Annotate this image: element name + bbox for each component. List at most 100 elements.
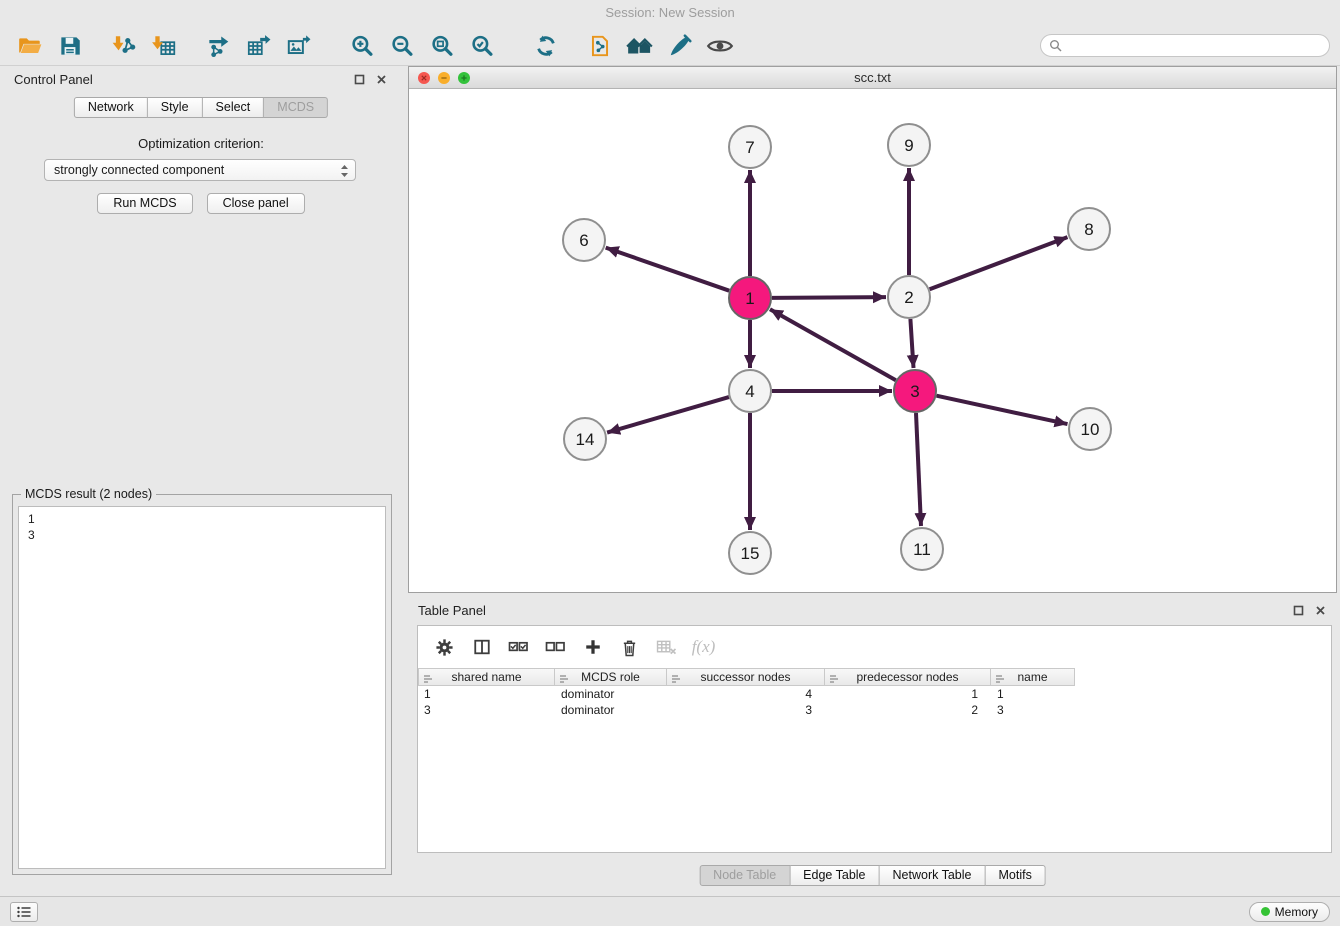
table-row[interactable]: 1dominator411 — [418, 686, 1331, 702]
annotation-button[interactable] — [660, 29, 700, 63]
table-cell: 1 — [991, 686, 1075, 702]
node-14[interactable]: 14 — [564, 418, 606, 460]
column-header-shared-name[interactable]: shared name — [418, 668, 555, 686]
zoom-selected-button[interactable] — [462, 29, 502, 63]
svg-text:3: 3 — [910, 382, 919, 401]
gear-icon — [435, 638, 454, 657]
node-1[interactable]: 1 — [729, 277, 771, 319]
add-column-button[interactable] — [576, 633, 609, 661]
table-row[interactable]: 3dominator323 — [418, 702, 1331, 718]
edge-3-1[interactable] — [770, 309, 896, 380]
svg-text:6: 6 — [579, 231, 588, 250]
tab-node-table[interactable]: Node Table — [699, 865, 790, 886]
toolbar-separator — [502, 45, 526, 46]
edge-2-3[interactable] — [910, 319, 913, 368]
edge-3-11[interactable] — [916, 413, 921, 526]
node-15[interactable]: 15 — [729, 532, 771, 574]
table-settings-button[interactable] — [428, 633, 461, 661]
unselect-all-columns-button[interactable] — [539, 633, 572, 661]
close-panel-button[interactable] — [375, 73, 388, 86]
mcds-result-title: MCDS result (2 nodes) — [21, 487, 156, 501]
control-panel-header: Control Panel — [4, 66, 398, 92]
tab-edge-table[interactable]: Edge Table — [790, 865, 879, 886]
select-all-columns-button[interactable] — [502, 633, 535, 661]
search-box[interactable] — [1040, 34, 1330, 57]
edge-4-14[interactable] — [607, 397, 729, 433]
table-cell: 1 — [825, 686, 991, 702]
tab-mcds[interactable]: MCDS — [264, 97, 328, 118]
node-8[interactable]: 8 — [1068, 208, 1110, 250]
column-header-successor-nodes[interactable]: successor nodes — [667, 668, 825, 686]
edge-1-2[interactable] — [772, 297, 886, 298]
refresh-icon — [533, 33, 559, 59]
export-network-button[interactable] — [198, 29, 238, 63]
optimization-criterion-label: Optimization criterion: — [4, 136, 398, 151]
column-header-mcds-role[interactable]: MCDS role — [555, 668, 667, 686]
zoom-selected-icon — [469, 33, 495, 59]
node-3[interactable]: 3 — [894, 370, 936, 412]
node-10[interactable]: 10 — [1069, 408, 1111, 450]
close-table-panel-button[interactable] — [1314, 604, 1327, 617]
network-canvas[interactable]: 7 9 6 8 1 2 4 3 14 10 15 11 — [409, 89, 1336, 592]
tab-network[interactable]: Network — [74, 97, 148, 118]
float-icon — [354, 74, 365, 85]
import-table-file-button[interactable] — [144, 29, 184, 63]
column-header-name[interactable]: name — [991, 668, 1075, 686]
import-network-file-button[interactable] — [104, 29, 144, 63]
table-panel-tabs: Node TableEdge TableNetwork TableMotifs — [699, 865, 1046, 886]
houses-icon — [626, 33, 654, 59]
show-hide-button[interactable] — [700, 29, 740, 63]
float-panel-button[interactable] — [353, 73, 366, 86]
memory-button[interactable]: Memory — [1249, 902, 1330, 922]
node-6[interactable]: 6 — [563, 219, 605, 261]
toolbar-separator — [318, 45, 342, 46]
mcds-result-group: MCDS result (2 nodes) 13 — [12, 494, 392, 875]
refresh-view-button[interactable] — [526, 29, 566, 63]
tab-network-table[interactable]: Network Table — [880, 865, 986, 886]
tab-motifs[interactable]: Motifs — [985, 865, 1045, 886]
import-network-icon — [111, 33, 137, 59]
node-table-container: f(x) shared nameMCDS rolesuccessor nodes… — [417, 625, 1332, 853]
save-session-button[interactable] — [50, 29, 90, 63]
zoom-out-icon — [389, 33, 415, 59]
sort-icon — [995, 673, 1005, 687]
zoom-out-button[interactable] — [382, 29, 422, 63]
zoom-in-button[interactable] — [342, 29, 382, 63]
node-9[interactable]: 9 — [888, 124, 930, 166]
tab-select[interactable]: Select — [203, 97, 265, 118]
node-11[interactable]: 11 — [901, 528, 943, 570]
search-input[interactable] — [1067, 39, 1321, 53]
control-panel-title: Control Panel — [14, 72, 93, 87]
node-4[interactable]: 4 — [729, 370, 771, 412]
table-cell: 3 — [667, 702, 825, 718]
table-header: shared nameMCDS rolesuccessor nodesprede… — [418, 668, 1331, 686]
window-close-button[interactable] — [418, 72, 430, 84]
status-bar: Memory — [0, 896, 1340, 926]
column-header-predecessor-nodes[interactable]: predecessor nodes — [825, 668, 991, 686]
edge-1-6[interactable] — [606, 248, 730, 291]
node-2[interactable]: 2 — [888, 276, 930, 318]
task-history-button[interactable] — [10, 902, 38, 922]
mcds-result-text[interactable]: 13 — [18, 506, 386, 869]
edge-3-10[interactable] — [937, 396, 1068, 424]
edge-2-8[interactable] — [930, 237, 1068, 289]
show-columns-button[interactable] — [465, 633, 498, 661]
open-session-button[interactable] — [10, 29, 50, 63]
run-mcds-button[interactable]: Run MCDS — [97, 193, 192, 214]
export-table-button[interactable] — [238, 29, 278, 63]
delete-column-button[interactable] — [613, 633, 646, 661]
close-panel-action-button[interactable]: Close panel — [207, 193, 305, 214]
window-minimize-button[interactable] — [438, 72, 450, 84]
tab-style[interactable]: Style — [148, 97, 203, 118]
float-table-panel-button[interactable] — [1292, 604, 1305, 617]
export-image-button[interactable] — [278, 29, 318, 63]
window-zoom-button[interactable] — [458, 72, 470, 84]
criterion-select[interactable]: strongly connected component — [44, 159, 356, 181]
import-network-clipboard-button[interactable] — [580, 29, 620, 63]
network-window-titlebar: scc.txt — [409, 67, 1336, 89]
first-neighbors-button[interactable] — [620, 29, 660, 63]
zoom-fit-button[interactable] — [422, 29, 462, 63]
eye-icon — [706, 33, 734, 59]
node-7[interactable]: 7 — [729, 126, 771, 168]
result-line: 3 — [28, 527, 376, 543]
